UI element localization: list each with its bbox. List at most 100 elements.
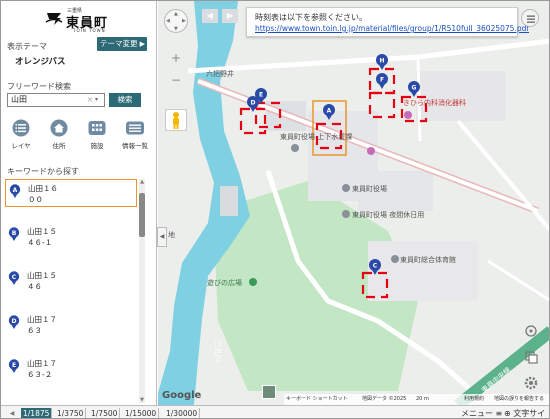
scroll-thumb[interactable] [139, 193, 145, 237]
poi-icon [342, 210, 350, 218]
search-button[interactable]: 検索 [109, 93, 141, 107]
hamburger-icon [527, 15, 535, 23]
pan-down-icon[interactable]: ▼ [174, 26, 178, 32]
keyword-item-number: ４６ [27, 282, 42, 291]
scale-button-7500[interactable]: 1/7500 [89, 408, 121, 418]
map-marker-f[interactable]: F [376, 73, 388, 89]
tool-facility-button[interactable]: 施設 [79, 117, 115, 155]
copy-icon [525, 351, 538, 364]
popup-text: 時刻表は以下を参照ください。 [255, 13, 367, 22]
map-marker-h[interactable]: H [376, 54, 388, 70]
gear-icon [524, 376, 538, 390]
marker-a-letter: A [13, 187, 18, 194]
back-button[interactable]: ◀ [202, 9, 218, 23]
marker-c-icon: C [8, 271, 20, 285]
clinic-label: きひら内科消化器科 [403, 98, 466, 107]
layers-map-button[interactable] [522, 349, 540, 365]
building-icon [88, 121, 106, 135]
target-box-d [239, 107, 267, 135]
marker-f-map-letter: F [380, 77, 384, 84]
tool-address-label: 住所 [52, 142, 66, 150]
keyword-item-d[interactable]: D 山田１７ ６３ [5, 311, 137, 339]
park-poi-icon [249, 278, 257, 286]
poi-icon [291, 144, 299, 152]
pan-left-icon[interactable]: ◀ [166, 18, 170, 24]
timetable-link[interactable]: https://www.town.toin.lg.jp/material/fil… [255, 24, 529, 33]
marker-d-map-letter: D [251, 100, 256, 107]
marker-h-map-letter: H [379, 58, 384, 65]
app-window: 三重県 東員町 TOIN TOWN 表示テーマ テーマ変更 ▶ オレンジバス フ… [0, 0, 550, 419]
scale-button-1875[interactable]: 1/1875 [21, 408, 53, 418]
scale-button-3750[interactable]: 1/3750 [55, 408, 87, 418]
scroll-up-icon[interactable]: ▲ [139, 179, 145, 185]
zoom-out-button[interactable]: − [168, 73, 184, 87]
keyword-item-number: ００ [28, 195, 43, 204]
panel-collapse-button[interactable]: ◀ [157, 227, 167, 247]
theme-name: オレンジバス [15, 57, 66, 67]
building-block [416, 71, 506, 121]
menu-button[interactable]: メニュー ≡ [461, 408, 502, 418]
town-emblem-icon [45, 13, 63, 25]
tool-layers-button[interactable]: レイヤ [3, 117, 39, 155]
marker-c-letter: C [12, 274, 17, 281]
bottom-bar: ◀ 1/1875 1/3750 1/7500 1/15000 1/30000 メ… [1, 405, 549, 418]
tool-list-button[interactable]: 情報一覧 [117, 117, 153, 155]
forward-button[interactable]: ▶ [222, 9, 238, 23]
keyword-list: A 山田１６ ００ B 山田１５ ４６-１ C 山田１５ ４６ D 山田１７ ６… [1, 179, 141, 403]
keyword-item-c[interactable]: C 山田１５ ４６ [5, 267, 137, 295]
crosshair-icon [525, 325, 537, 337]
font-size-button[interactable]: ⊕ 文字サイズ [504, 408, 549, 418]
keyword-item-number: ６３-２ [27, 370, 53, 379]
pan-control[interactable]: ▲ ▼ ◀ ▶ [164, 9, 188, 33]
facility-label-water: 東員町役場 上下水道課 [280, 132, 352, 141]
keyword-item-name: 山田１７ [27, 359, 57, 368]
pan-right-icon[interactable]: ▶ [182, 18, 186, 24]
scale-prev-icon[interactable]: ◀ [5, 408, 19, 418]
scale-text: 20 m [416, 396, 429, 402]
keyword-item-name: 山田１５ [27, 271, 57, 280]
keyword-item-e[interactable]: E 山田１７ ６３-２ [5, 355, 137, 383]
keyword-item-a[interactable]: A 山田１６ ００ [5, 179, 137, 207]
river-label: 三孔川 [214, 341, 222, 362]
tool-bar: レイヤ 住所 施設 情報一覧 [1, 117, 156, 155]
tool-address-button[interactable]: 住所 [41, 117, 77, 155]
terms-link[interactable]: 利用規約 [464, 394, 484, 405]
keyword-item-name: 山田１７ [27, 315, 57, 324]
layers-icon [12, 119, 30, 137]
marker-g-map-letter: G [412, 85, 417, 92]
scale-button-15000[interactable]: 1/15000 [123, 408, 160, 418]
zoom-in-button[interactable]: + [168, 51, 184, 65]
keyword-list-heading: キーワードから探す [7, 167, 79, 176]
map-type-thumbnail[interactable] [262, 385, 276, 399]
building-block [368, 241, 478, 301]
map-view[interactable]: A C D E F G H 六把野井 東員町役場 上下水道課 東員町役場 東員町… [158, 1, 549, 405]
road [487, 259, 549, 302]
town-logo[interactable]: 三重県 東員町 TOIN TOWN [45, 7, 115, 33]
logo-roman: TOIN TOWN [73, 28, 106, 33]
theme-change-button[interactable]: テーマ変更 ▶ [97, 37, 147, 51]
scroll-down-icon[interactable]: ▼ [139, 397, 145, 403]
keyword-item-number: ４６-１ [27, 238, 53, 247]
chevron-down-icon[interactable]: ▾ [95, 95, 103, 105]
street-view-button[interactable] [165, 109, 187, 131]
settings-button[interactable] [522, 375, 540, 391]
font-size-label: 文字サイズ [513, 409, 546, 418]
keyboard-shortcuts-link[interactable]: キーボード ショートカット [286, 394, 348, 405]
clear-icon[interactable]: × [85, 95, 95, 105]
tool-layers-label: レイヤ [11, 142, 31, 150]
google-logo: Google [162, 390, 202, 401]
facility-label-night: 東員町役場 夜間休日用 [352, 210, 424, 219]
map-canvas: A C D E F G H 六把野井 東員町役場 上下水道課 東員町役場 東員町… [158, 1, 549, 405]
map-menu-button[interactable] [521, 9, 539, 27]
pan-up-icon[interactable]: ▲ [174, 11, 178, 17]
facility-label-townhall: 東員町役場 [352, 184, 387, 193]
scale-button-30000[interactable]: 1/30000 [164, 408, 201, 418]
keyword-list-scrollbar[interactable]: ▲ ▼ [139, 179, 145, 403]
locate-button[interactable] [522, 323, 540, 339]
clinic-poi-icon [404, 111, 412, 119]
map-attribution: キーボード ショートカット 地図データ ©2025 20 m 利用規約 地図の誤… [284, 394, 549, 405]
report-error-link[interactable]: 地図の誤りを報告する [494, 394, 544, 405]
keyword-item-b[interactable]: B 山田１５ ４６-１ [5, 223, 137, 251]
poi-icon [342, 184, 350, 192]
keyword-item-name: 山田１６ [28, 184, 58, 193]
